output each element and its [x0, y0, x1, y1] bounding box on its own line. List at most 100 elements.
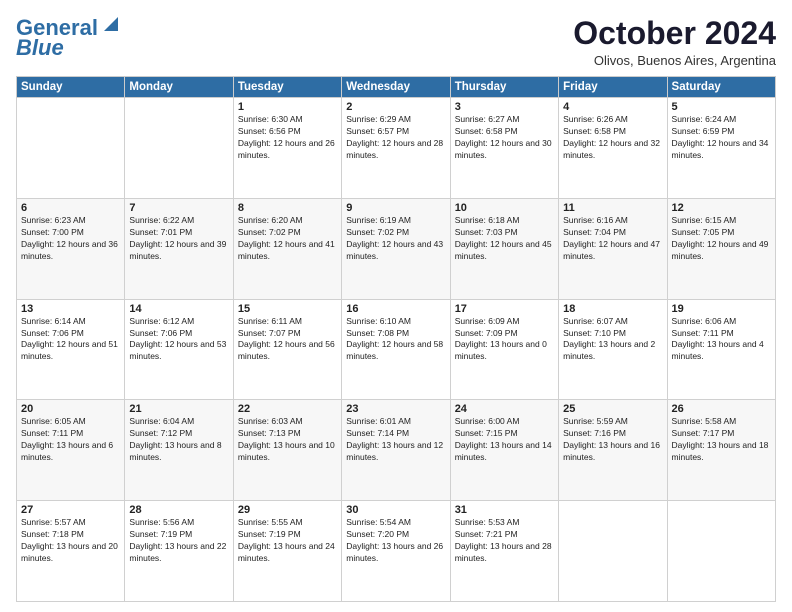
day-number: 10	[455, 202, 554, 214]
week-row-2: 13Sunrise: 6:14 AM Sunset: 7:06 PM Dayli…	[17, 299, 776, 400]
table-cell: 18Sunrise: 6:07 AM Sunset: 7:10 PM Dayli…	[559, 299, 667, 400]
day-info: Sunrise: 6:24 AM Sunset: 6:59 PM Dayligh…	[672, 114, 771, 162]
table-cell: 21Sunrise: 6:04 AM Sunset: 7:12 PM Dayli…	[125, 400, 233, 501]
table-cell: 23Sunrise: 6:01 AM Sunset: 7:14 PM Dayli…	[342, 400, 450, 501]
table-cell: 28Sunrise: 5:56 AM Sunset: 7:19 PM Dayli…	[125, 501, 233, 602]
day-info: Sunrise: 5:57 AM Sunset: 7:18 PM Dayligh…	[21, 517, 120, 565]
day-number: 18	[563, 303, 662, 315]
table-cell: 14Sunrise: 6:12 AM Sunset: 7:06 PM Dayli…	[125, 299, 233, 400]
day-info: Sunrise: 6:11 AM Sunset: 7:07 PM Dayligh…	[238, 316, 337, 364]
table-cell: 26Sunrise: 5:58 AM Sunset: 7:17 PM Dayli…	[667, 400, 775, 501]
day-info: Sunrise: 6:20 AM Sunset: 7:02 PM Dayligh…	[238, 215, 337, 263]
table-cell: 29Sunrise: 5:55 AM Sunset: 7:19 PM Dayli…	[233, 501, 341, 602]
table-cell: 16Sunrise: 6:10 AM Sunset: 7:08 PM Dayli…	[342, 299, 450, 400]
day-info: Sunrise: 6:26 AM Sunset: 6:58 PM Dayligh…	[563, 114, 662, 162]
day-number: 23	[346, 403, 445, 415]
day-info: Sunrise: 6:07 AM Sunset: 7:10 PM Dayligh…	[563, 316, 662, 364]
day-info: Sunrise: 6:16 AM Sunset: 7:04 PM Dayligh…	[563, 215, 662, 263]
location: Olivos, Buenos Aires, Argentina	[573, 53, 776, 68]
table-cell: 3Sunrise: 6:27 AM Sunset: 6:58 PM Daylig…	[450, 98, 558, 199]
day-number: 1	[238, 101, 337, 113]
day-number: 20	[21, 403, 120, 415]
week-row-3: 20Sunrise: 6:05 AM Sunset: 7:11 PM Dayli…	[17, 400, 776, 501]
day-info: Sunrise: 5:56 AM Sunset: 7:19 PM Dayligh…	[129, 517, 228, 565]
day-info: Sunrise: 5:53 AM Sunset: 7:21 PM Dayligh…	[455, 517, 554, 565]
day-number: 4	[563, 101, 662, 113]
day-info: Sunrise: 6:14 AM Sunset: 7:06 PM Dayligh…	[21, 316, 120, 364]
col-thursday: Thursday	[450, 77, 558, 98]
table-cell: 4Sunrise: 6:26 AM Sunset: 6:58 PM Daylig…	[559, 98, 667, 199]
day-number: 17	[455, 303, 554, 315]
day-info: Sunrise: 5:58 AM Sunset: 7:17 PM Dayligh…	[672, 416, 771, 464]
table-cell: 25Sunrise: 5:59 AM Sunset: 7:16 PM Dayli…	[559, 400, 667, 501]
day-info: Sunrise: 5:59 AM Sunset: 7:16 PM Dayligh…	[563, 416, 662, 464]
day-number: 8	[238, 202, 337, 214]
logo-arrow-icon	[100, 13, 122, 35]
table-cell	[125, 98, 233, 199]
table-cell: 7Sunrise: 6:22 AM Sunset: 7:01 PM Daylig…	[125, 198, 233, 299]
day-info: Sunrise: 6:18 AM Sunset: 7:03 PM Dayligh…	[455, 215, 554, 263]
col-friday: Friday	[559, 77, 667, 98]
day-number: 25	[563, 403, 662, 415]
day-number: 22	[238, 403, 337, 415]
day-info: Sunrise: 5:55 AM Sunset: 7:19 PM Dayligh…	[238, 517, 337, 565]
day-number: 2	[346, 101, 445, 113]
col-saturday: Saturday	[667, 77, 775, 98]
table-cell: 6Sunrise: 6:23 AM Sunset: 7:00 PM Daylig…	[17, 198, 125, 299]
weekday-header-row: Sunday Monday Tuesday Wednesday Thursday…	[17, 77, 776, 98]
table-cell: 11Sunrise: 6:16 AM Sunset: 7:04 PM Dayli…	[559, 198, 667, 299]
day-number: 9	[346, 202, 445, 214]
table-cell	[17, 98, 125, 199]
day-info: Sunrise: 6:09 AM Sunset: 7:09 PM Dayligh…	[455, 316, 554, 364]
col-sunday: Sunday	[17, 77, 125, 98]
table-cell: 9Sunrise: 6:19 AM Sunset: 7:02 PM Daylig…	[342, 198, 450, 299]
logo-blue-text: Blue	[16, 35, 64, 60]
day-number: 12	[672, 202, 771, 214]
day-number: 13	[21, 303, 120, 315]
day-info: Sunrise: 6:15 AM Sunset: 7:05 PM Dayligh…	[672, 215, 771, 263]
day-info: Sunrise: 6:27 AM Sunset: 6:58 PM Dayligh…	[455, 114, 554, 162]
day-info: Sunrise: 6:22 AM Sunset: 7:01 PM Dayligh…	[129, 215, 228, 263]
calendar-table: Sunday Monday Tuesday Wednesday Thursday…	[16, 76, 776, 602]
day-info: Sunrise: 6:23 AM Sunset: 7:00 PM Dayligh…	[21, 215, 120, 263]
day-number: 29	[238, 504, 337, 516]
day-number: 11	[563, 202, 662, 214]
day-info: Sunrise: 6:06 AM Sunset: 7:11 PM Dayligh…	[672, 316, 771, 364]
day-number: 21	[129, 403, 228, 415]
day-info: Sunrise: 6:29 AM Sunset: 6:57 PM Dayligh…	[346, 114, 445, 162]
day-number: 26	[672, 403, 771, 415]
table-cell: 19Sunrise: 6:06 AM Sunset: 7:11 PM Dayli…	[667, 299, 775, 400]
table-cell: 10Sunrise: 6:18 AM Sunset: 7:03 PM Dayli…	[450, 198, 558, 299]
table-cell: 20Sunrise: 6:05 AM Sunset: 7:11 PM Dayli…	[17, 400, 125, 501]
logo: General Blue	[16, 16, 122, 60]
table-cell	[559, 501, 667, 602]
table-cell: 30Sunrise: 5:54 AM Sunset: 7:20 PM Dayli…	[342, 501, 450, 602]
day-number: 15	[238, 303, 337, 315]
day-info: Sunrise: 6:05 AM Sunset: 7:11 PM Dayligh…	[21, 416, 120, 464]
table-cell: 8Sunrise: 6:20 AM Sunset: 7:02 PM Daylig…	[233, 198, 341, 299]
table-cell: 15Sunrise: 6:11 AM Sunset: 7:07 PM Dayli…	[233, 299, 341, 400]
table-cell: 24Sunrise: 6:00 AM Sunset: 7:15 PM Dayli…	[450, 400, 558, 501]
day-number: 30	[346, 504, 445, 516]
day-number: 16	[346, 303, 445, 315]
week-row-4: 27Sunrise: 5:57 AM Sunset: 7:18 PM Dayli…	[17, 501, 776, 602]
col-monday: Monday	[125, 77, 233, 98]
day-number: 19	[672, 303, 771, 315]
day-number: 14	[129, 303, 228, 315]
day-info: Sunrise: 6:30 AM Sunset: 6:56 PM Dayligh…	[238, 114, 337, 162]
day-number: 28	[129, 504, 228, 516]
table-cell: 31Sunrise: 5:53 AM Sunset: 7:21 PM Dayli…	[450, 501, 558, 602]
week-row-0: 1Sunrise: 6:30 AM Sunset: 6:56 PM Daylig…	[17, 98, 776, 199]
table-cell: 1Sunrise: 6:30 AM Sunset: 6:56 PM Daylig…	[233, 98, 341, 199]
title-block: October 2024 Olivos, Buenos Aires, Argen…	[573, 16, 776, 68]
table-cell: 27Sunrise: 5:57 AM Sunset: 7:18 PM Dayli…	[17, 501, 125, 602]
day-info: Sunrise: 6:00 AM Sunset: 7:15 PM Dayligh…	[455, 416, 554, 464]
day-number: 7	[129, 202, 228, 214]
day-info: Sunrise: 6:19 AM Sunset: 7:02 PM Dayligh…	[346, 215, 445, 263]
day-info: Sunrise: 6:12 AM Sunset: 7:06 PM Dayligh…	[129, 316, 228, 364]
day-info: Sunrise: 5:54 AM Sunset: 7:20 PM Dayligh…	[346, 517, 445, 565]
day-info: Sunrise: 6:04 AM Sunset: 7:12 PM Dayligh…	[129, 416, 228, 464]
month-title: October 2024	[573, 16, 776, 51]
day-number: 6	[21, 202, 120, 214]
day-info: Sunrise: 6:01 AM Sunset: 7:14 PM Dayligh…	[346, 416, 445, 464]
